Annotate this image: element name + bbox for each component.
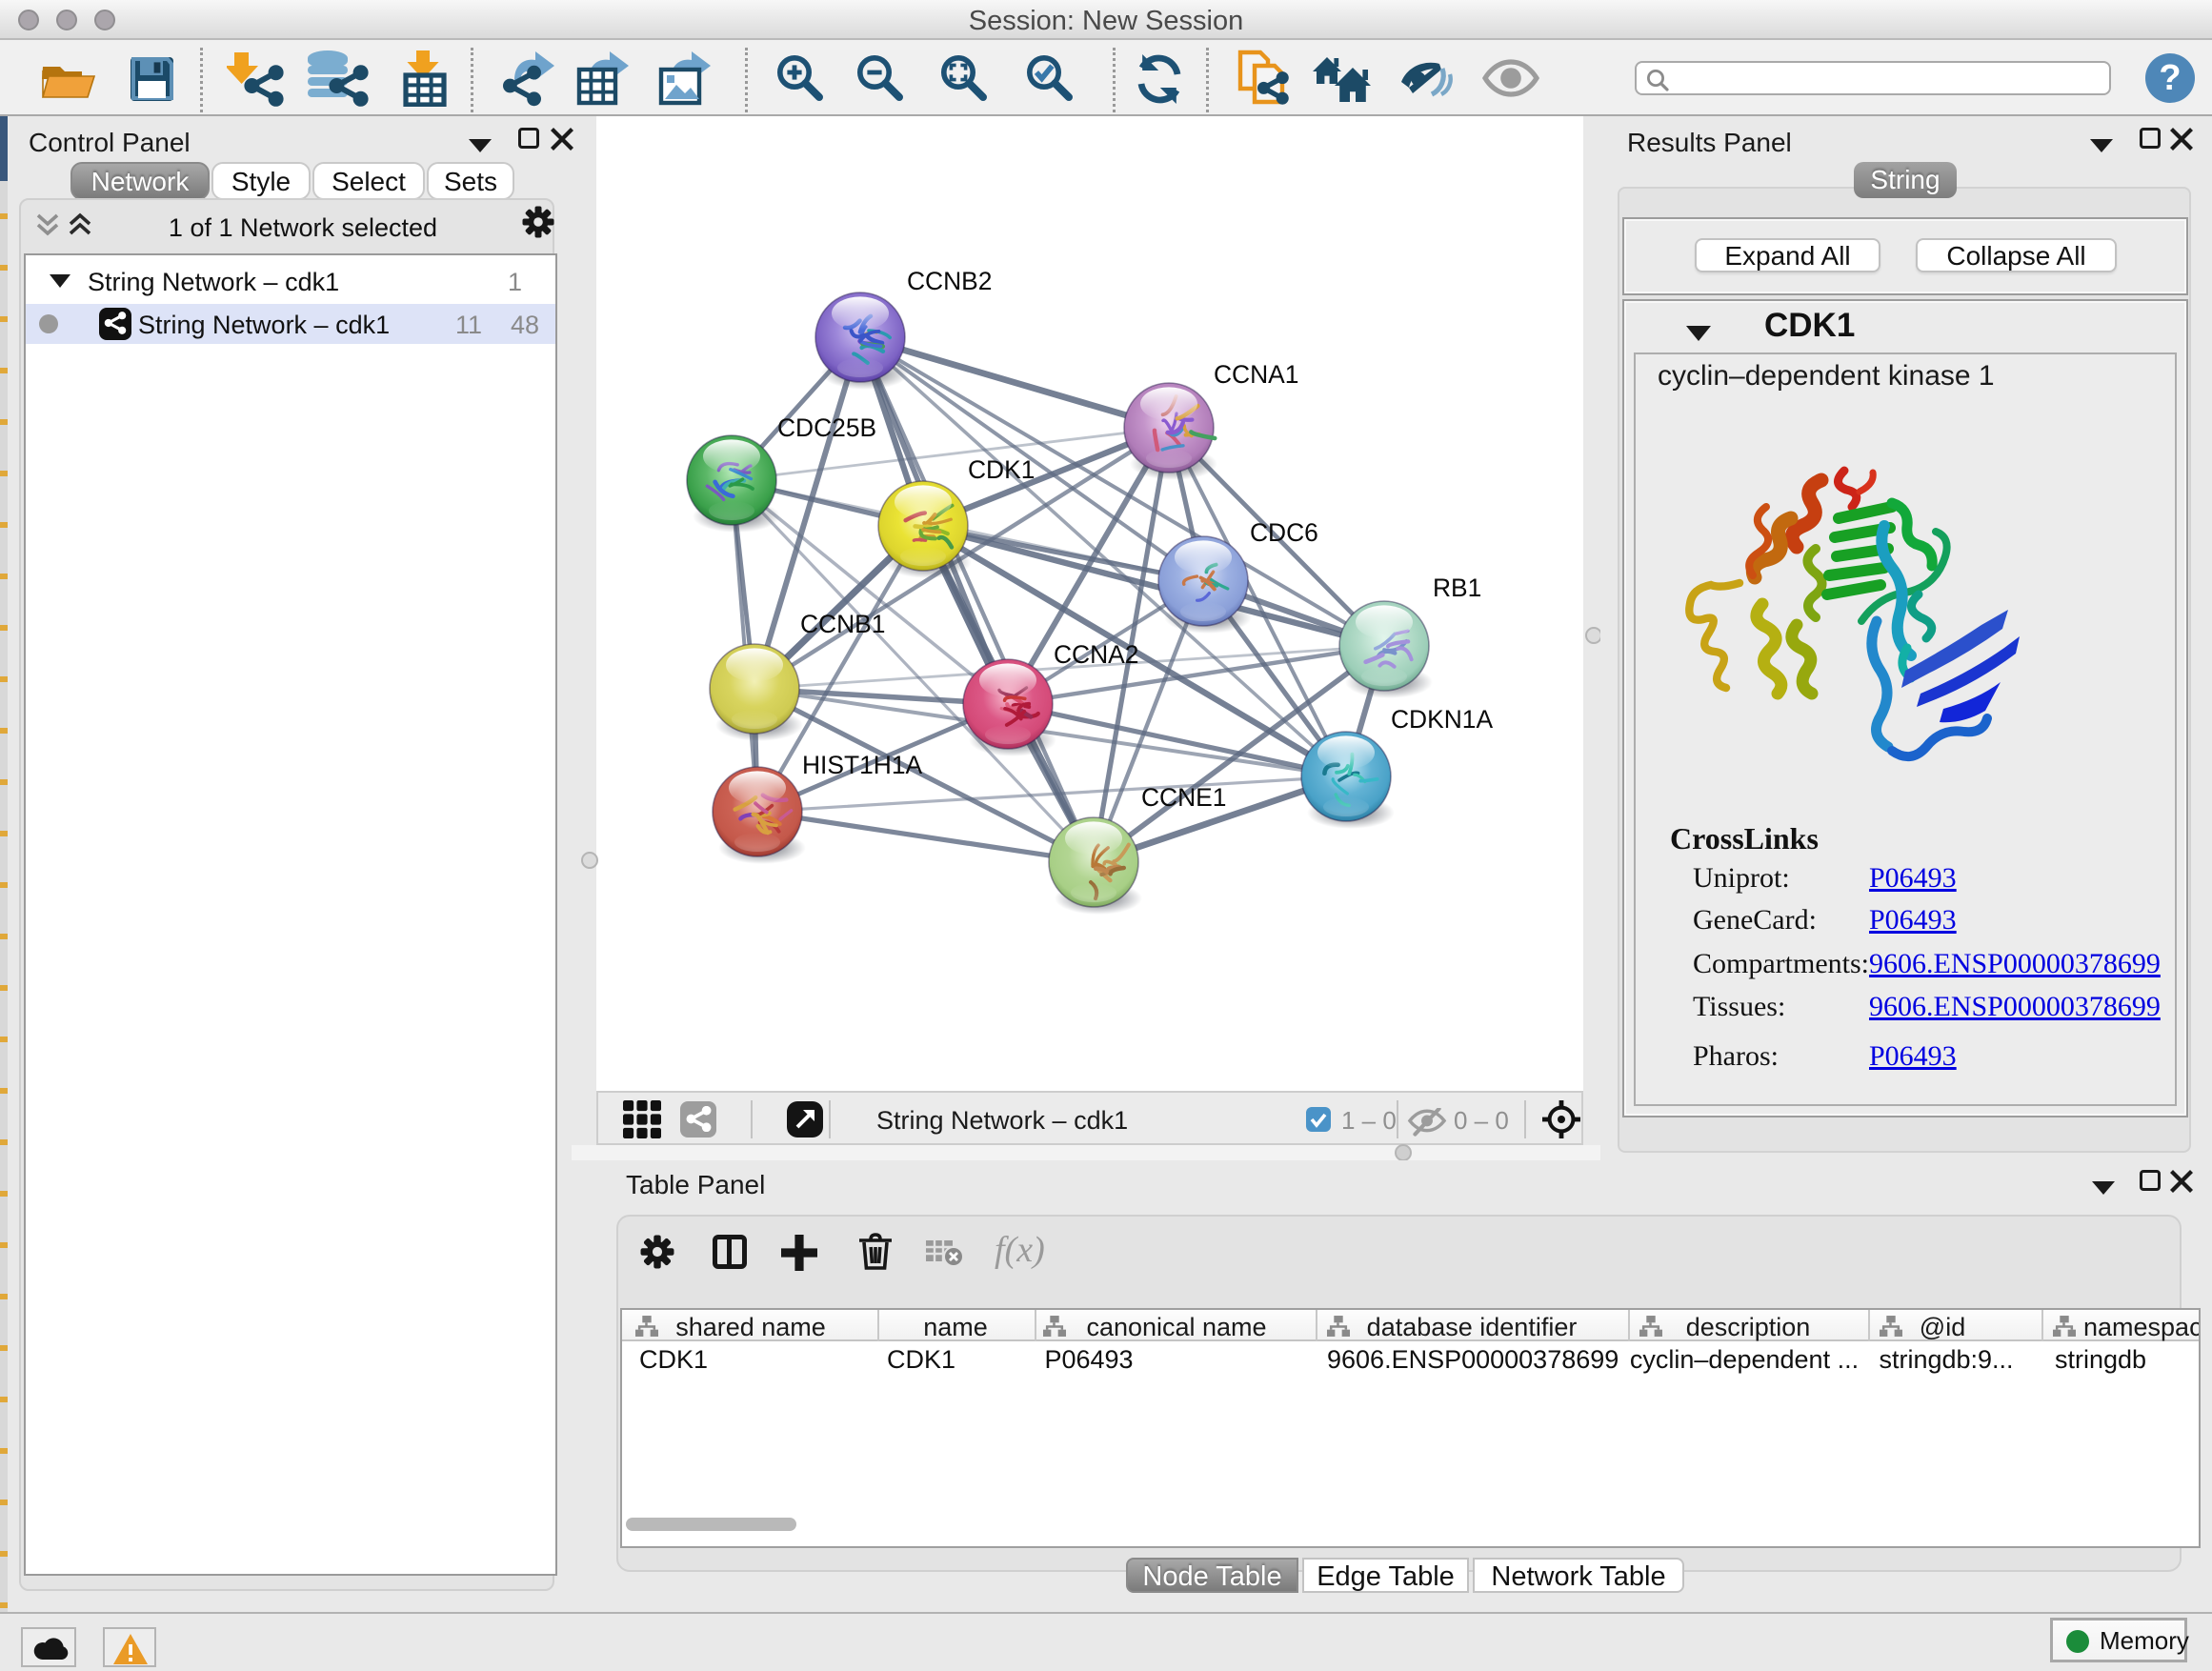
svg-text:CDKN1A: CDKN1A <box>1391 705 1493 734</box>
svg-text:CCNB2: CCNB2 <box>907 267 992 295</box>
svg-text:CDK1: CDK1 <box>968 455 1035 484</box>
svg-text:CCNE1: CCNE1 <box>1141 783 1226 812</box>
svg-text:CCNA2: CCNA2 <box>1054 640 1138 669</box>
svg-text:CCNA1: CCNA1 <box>1214 360 1298 389</box>
svg-text:CDC25B: CDC25B <box>777 413 876 442</box>
svg-text:CDC6: CDC6 <box>1250 518 1318 547</box>
svg-text:RB1: RB1 <box>1433 574 1481 602</box>
svg-text:HIST1H1A: HIST1H1A <box>802 751 923 779</box>
svg-text:CCNB1: CCNB1 <box>800 610 885 638</box>
